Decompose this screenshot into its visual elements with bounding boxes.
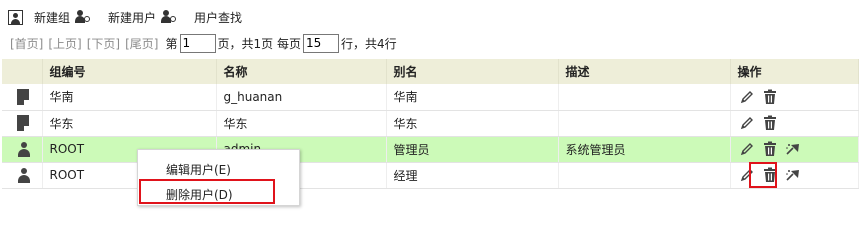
header-actions: 操作 <box>730 59 859 84</box>
cell-description: 系统管理员 <box>558 136 731 163</box>
user-group-table: 组编号 名称 别名 描述 操作 华南 g_huanan 华南 华东 华东 华东 <box>2 59 859 189</box>
cell-description <box>558 162 731 189</box>
group-row-icon <box>17 115 29 131</box>
cell-alias: 华南 <box>386 84 559 111</box>
cell-group-id: 华南 <box>42 84 217 111</box>
add-user-icon <box>75 10 91 24</box>
cell-name: 华东 <box>216 110 387 137</box>
cell-alias: 经理 <box>386 162 559 189</box>
header-description[interactable]: 描述 <box>558 59 731 84</box>
edit-pencil-icon[interactable] <box>738 114 756 132</box>
toolbar: 新建组 新建用户 用户查找 <box>8 7 247 27</box>
table-row[interactable]: 华东 华东 华东 <box>2 110 859 137</box>
edit-pencil-icon[interactable] <box>738 140 756 158</box>
new-user-label: 新建用户 <box>108 10 157 25</box>
table-row-selected[interactable]: ROOT admin 管理员 系统管理员 <box>2 136 859 163</box>
cell-description <box>558 110 731 137</box>
table-row[interactable]: ROOT 经理 <box>2 162 859 189</box>
rows-suffix: 行，共4行 <box>340 36 397 51</box>
group-row-icon <box>17 88 29 105</box>
delete-icon-highlight <box>749 162 777 188</box>
rows-per-page-input[interactable] <box>302 33 339 53</box>
search-user-icon <box>161 10 177 24</box>
edit-user-menu-item[interactable]: 编辑用户(E) <box>166 161 231 178</box>
cell-name: g_huanan <box>216 84 387 111</box>
cell-group-id: 华东 <box>42 110 217 137</box>
new-group-button[interactable]: 新建组 <box>8 9 75 26</box>
edit-pencil-icon[interactable] <box>738 88 756 106</box>
move-user-icon[interactable] <box>784 140 802 158</box>
cell-description <box>558 84 731 111</box>
move-user-icon[interactable] <box>784 166 802 184</box>
header-alias[interactable]: 别名 <box>386 59 559 84</box>
new-user-button[interactable]: 新建用户 <box>75 9 161 26</box>
header-icon-col <box>2 59 43 84</box>
group-icon <box>8 9 23 25</box>
prev-page-link[interactable]: [上页] <box>48 35 81 52</box>
cell-alias: 华东 <box>386 110 559 137</box>
find-user-button[interactable]: 用户查找 <box>161 9 247 26</box>
new-group-label: 新建组 <box>34 10 71 25</box>
find-user-label: 用户查找 <box>194 10 243 25</box>
user-row-icon <box>17 167 31 183</box>
delete-user-highlight <box>139 179 275 204</box>
table-header-row: 组编号 名称 别名 描述 操作 <box>2 59 859 84</box>
header-group-id[interactable]: 组编号 <box>42 59 217 84</box>
header-name[interactable]: 名称 <box>216 59 387 84</box>
table-row[interactable]: 华南 g_huanan 华南 <box>2 84 859 111</box>
first-page-link[interactable]: [首页] <box>10 35 43 52</box>
pagination: [首页] [上页] [下页] [尾页] 第 页，共1页 每页 行，共4行 <box>10 33 399 53</box>
user-row-icon <box>17 141 31 157</box>
delete-trash-icon[interactable] <box>761 114 779 132</box>
context-menu: 编辑用户(E) 删除用户(D) <box>137 149 300 206</box>
cell-alias: 管理员 <box>386 136 559 163</box>
next-page-link[interactable]: [下页] <box>87 35 120 52</box>
delete-trash-icon[interactable] <box>761 140 779 158</box>
page-number-input[interactable] <box>179 33 216 53</box>
page-suffix: 页，共1页 每页 <box>217 36 301 51</box>
delete-trash-icon[interactable] <box>761 88 779 106</box>
last-page-link[interactable]: [尾页] <box>125 35 158 52</box>
page-prefix: 第 <box>165 36 178 51</box>
